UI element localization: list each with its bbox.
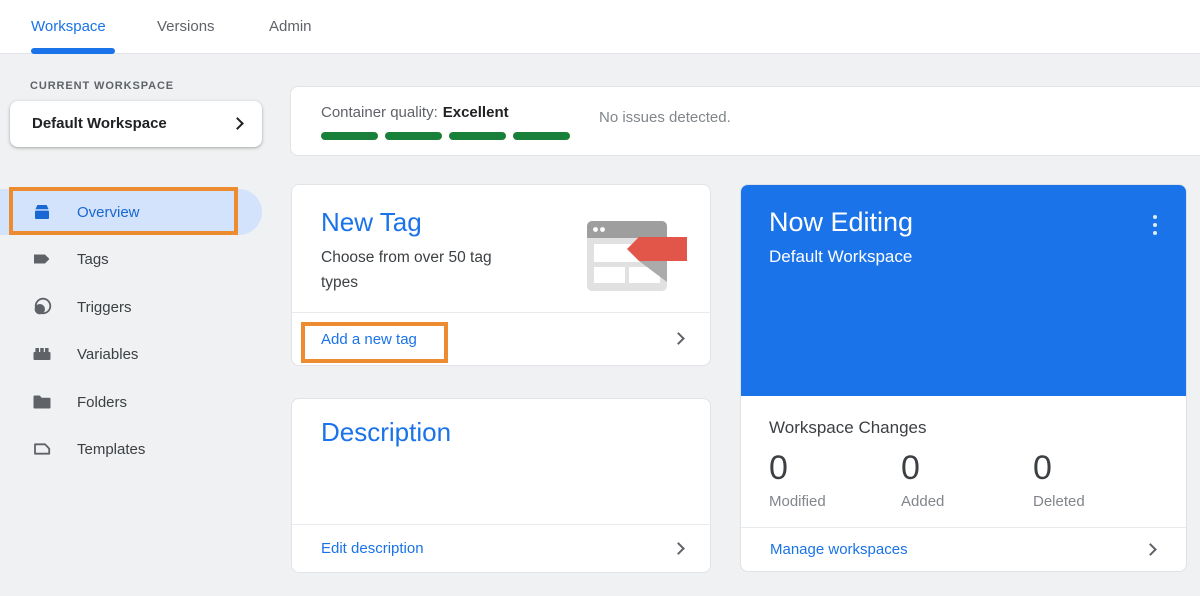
tab-admin[interactable]: Admin (269, 0, 312, 53)
overview-box-icon (30, 200, 54, 224)
chevron-right-icon (672, 332, 685, 345)
container-quality-label: Container quality: (321, 104, 438, 121)
container-quality-banner: Container quality: Excellent No issues de… (290, 86, 1200, 156)
tab-versions[interactable]: Versions (157, 0, 215, 53)
stat-label: Deleted (1033, 493, 1085, 510)
workspace-changes-title: Workspace Changes (769, 418, 927, 438)
sidebar-item-tags[interactable]: Tags (0, 236, 262, 282)
edit-description-link[interactable]: Edit description (321, 525, 424, 572)
chevron-right-icon (672, 542, 685, 555)
workspace-selector-label: Default Workspace (32, 101, 167, 147)
sidebar-item-overview[interactable]: Overview (0, 189, 262, 235)
sidebar-item-label: Variables (77, 346, 138, 363)
add-new-tag-link[interactable]: Add a new tag (321, 313, 417, 365)
trigger-icon (30, 295, 54, 319)
folder-icon (30, 390, 54, 414)
quality-bar (321, 132, 378, 140)
sidebar-item-variables[interactable]: Variables (0, 331, 262, 377)
sidebar-item-folders[interactable]: Folders (0, 379, 262, 425)
new-tag-subtitle: Choose from over 50 tag types (321, 245, 521, 295)
quality-bar (385, 132, 442, 140)
workspace-changes-stats: 0 Modified 0 Added 0 Deleted (769, 448, 1085, 510)
tab-workspace[interactable]: Workspace (31, 0, 106, 53)
sidebar-item-label: Overview (77, 204, 140, 221)
edit-description-action-row[interactable]: Edit description (292, 524, 710, 572)
add-new-tag-action-row[interactable]: Add a new tag (292, 312, 710, 365)
manage-workspaces-action-row[interactable]: Manage workspaces (741, 527, 1186, 571)
sidebar-item-label: Tags (77, 251, 109, 268)
sidebar-item-templates[interactable]: Templates (0, 426, 262, 472)
chevron-right-icon (1144, 543, 1157, 556)
stat-label: Modified (769, 493, 901, 510)
quality-score-bars (321, 132, 570, 140)
stat-modified: 0 Modified (769, 448, 901, 510)
stat-deleted: 0 Deleted (1033, 448, 1085, 510)
new-tag-title: New Tag (321, 207, 422, 238)
workspace-selector[interactable]: Default Workspace (10, 101, 262, 147)
quality-bar (513, 132, 570, 140)
sidebar-item-label: Folders (77, 394, 127, 411)
variable-brick-icon (30, 342, 54, 366)
sidebar-item-label: Triggers (77, 299, 131, 316)
chevron-right-icon (231, 117, 244, 130)
now-editing-header: Now Editing Default Workspace (741, 185, 1186, 396)
top-navigation: Workspace Versions Admin (0, 0, 1200, 54)
description-card: Description Edit description (291, 398, 711, 573)
now-editing-card: Now Editing Default Workspace Workspace … (740, 184, 1187, 572)
now-editing-workspace-name: Default Workspace (769, 247, 912, 267)
tag-icon (30, 247, 54, 271)
stat-added: 0 Added (901, 448, 1033, 510)
more-options-kebab-icon[interactable] (1146, 211, 1164, 239)
gtm-workspace-screen: Workspace Versions Admin CURRENT WORKSPA… (0, 0, 1200, 596)
description-title: Description (321, 417, 451, 448)
stat-label: Added (901, 493, 1033, 510)
browser-tag-illustration (583, 211, 689, 308)
container-quality-value: Excellent (443, 104, 509, 121)
sidebar-item-label: Templates (77, 441, 145, 458)
sidebar-item-triggers[interactable]: Triggers (0, 284, 262, 330)
quality-status-note: No issues detected. (599, 109, 731, 126)
container-quality-text: Container quality: Excellent (321, 104, 509, 121)
active-tab-indicator (31, 48, 115, 54)
now-editing-title: Now Editing (769, 207, 913, 238)
current-workspace-label: CURRENT WORKSPACE (30, 80, 174, 92)
stat-value: 0 (1033, 448, 1085, 488)
manage-workspaces-link[interactable]: Manage workspaces (770, 528, 908, 571)
stat-value: 0 (769, 448, 901, 488)
quality-bar (449, 132, 506, 140)
new-tag-card: New Tag Choose from over 50 tag types Ad… (291, 184, 711, 366)
workspace-changes-section: Workspace Changes 0 Modified 0 Added 0 D… (741, 396, 1186, 529)
stat-value: 0 (901, 448, 1033, 488)
template-icon (30, 437, 54, 461)
